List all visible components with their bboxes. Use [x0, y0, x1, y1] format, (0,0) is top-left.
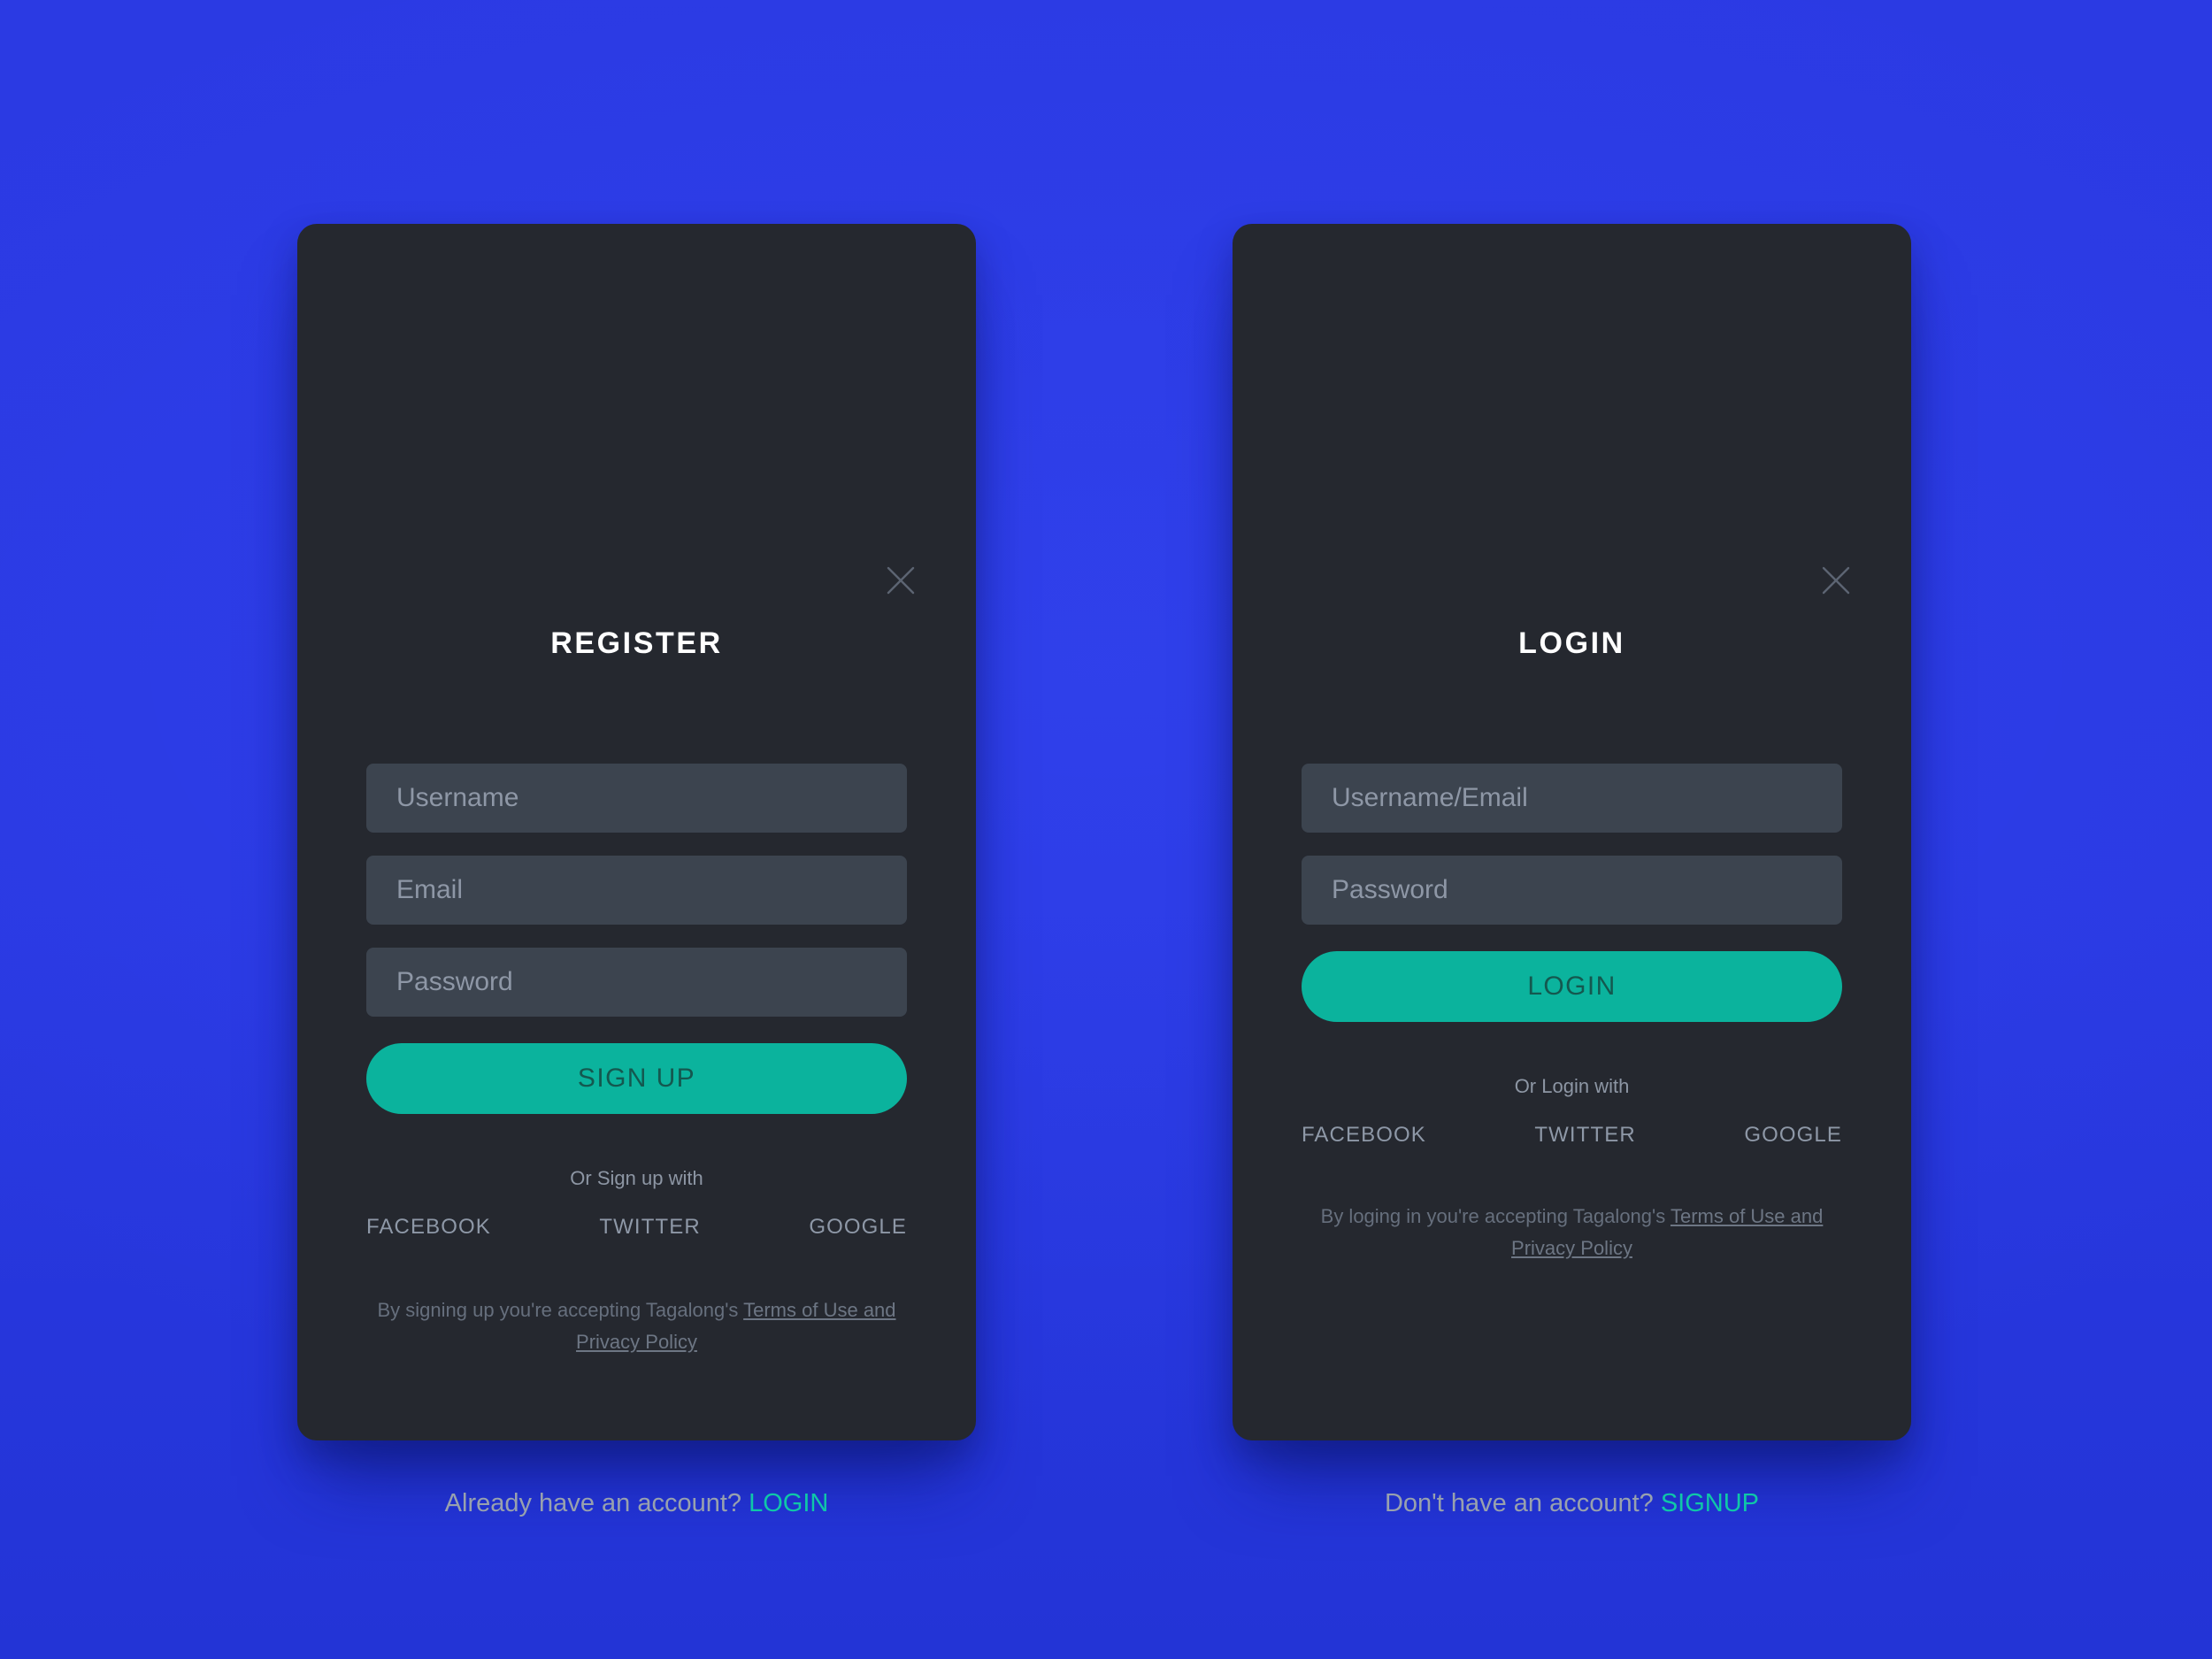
username-email-input[interactable]	[1302, 764, 1842, 833]
or-login-with-label: Or Login with	[1514, 1075, 1630, 1097]
or-sign-up-with-label: Or Sign up with	[570, 1167, 703, 1189]
google-button[interactable]: GOOGLE	[809, 1215, 907, 1240]
signup-link[interactable]: SIGNUP	[1661, 1489, 1759, 1517]
register-form: SIGN UP Or Sign up with FACEBOOK TWITTER…	[366, 764, 907, 1358]
terms-prefix: By signing up you're accepting Tagalong'…	[377, 1299, 744, 1321]
facebook-button[interactable]: FACEBOOK	[1302, 1123, 1426, 1148]
switch-to-login-line: Already have an account? LOGIN	[366, 1489, 907, 1518]
password-input[interactable]	[1302, 856, 1842, 925]
page-title: LOGIN	[1518, 626, 1625, 660]
auth-screens-stage: REGISTER SIGN UP Or Sign up with FACEBOO…	[0, 0, 2212, 1659]
social-login-row: FACEBOOK TWITTER GOOGLE	[366, 1215, 907, 1240]
password-input[interactable]	[366, 948, 907, 1017]
login-card: LOGIN LOGIN Or Login with FACEBOOK TWITT…	[1233, 224, 1911, 1517]
switch-prompt: Already have an account?	[444, 1489, 749, 1517]
google-button[interactable]: GOOGLE	[1744, 1123, 1842, 1148]
terms-notice: By loging in you're accepting Tagalong's…	[1302, 1201, 1842, 1264]
terms-notice: By signing up you're accepting Tagalong'…	[366, 1294, 907, 1358]
login-button[interactable]: LOGIN	[1302, 951, 1842, 1022]
login-form: LOGIN Or Login with FACEBOOK TWITTER GOO…	[1302, 764, 1842, 1264]
sign-up-button[interactable]: SIGN UP	[366, 1043, 907, 1114]
page-title: REGISTER	[550, 626, 723, 660]
facebook-button[interactable]: FACEBOOK	[366, 1215, 491, 1240]
username-input[interactable]	[366, 764, 907, 833]
switch-to-signup-line: Don't have an account? SIGNUP	[1302, 1489, 1842, 1518]
email-input[interactable]	[366, 856, 907, 925]
switch-prompt: Don't have an account?	[1384, 1489, 1661, 1517]
login-link[interactable]: LOGIN	[749, 1489, 828, 1517]
register-card: REGISTER SIGN UP Or Sign up with FACEBOO…	[297, 224, 976, 1517]
close-icon[interactable]	[880, 560, 921, 601]
terms-prefix: By loging in you're accepting Tagalong's	[1320, 1205, 1671, 1227]
twitter-button[interactable]: TWITTER	[599, 1215, 700, 1240]
close-icon[interactable]	[1816, 560, 1856, 601]
social-login-row: FACEBOOK TWITTER GOOGLE	[1302, 1123, 1842, 1148]
twitter-button[interactable]: TWITTER	[1534, 1123, 1635, 1148]
